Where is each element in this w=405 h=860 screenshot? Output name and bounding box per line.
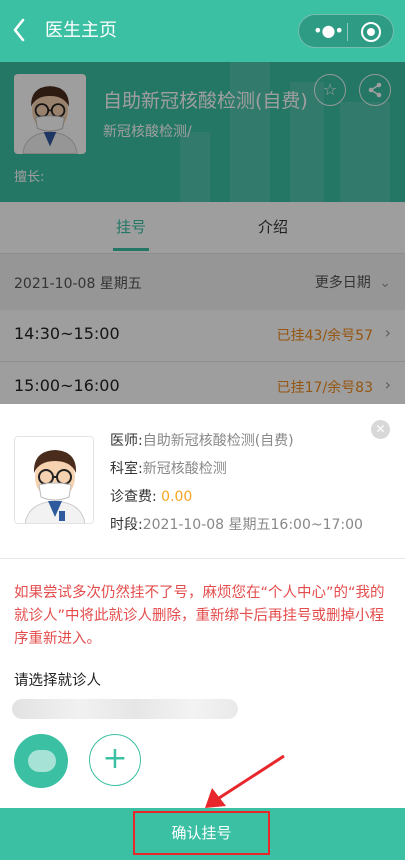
info-period: 时段:2021-10-08 星期五16:00~17:00 bbox=[110, 514, 363, 534]
modal-overlay[interactable] bbox=[0, 62, 405, 404]
info-period-value: 2021-10-08 星期五16:00~17:00 bbox=[142, 517, 363, 533]
miniprogram-capsule: •●• bbox=[298, 14, 394, 48]
target-circle-icon[interactable] bbox=[361, 22, 381, 42]
info-fee-label: 诊查费: bbox=[110, 489, 157, 505]
back-button[interactable] bbox=[12, 16, 34, 44]
info-dept-label: 科室: bbox=[110, 461, 143, 477]
info-doctor-value: 自助新冠核酸检测(自费) bbox=[142, 433, 294, 449]
navigation-bar: 医生主页 •●• bbox=[0, 0, 405, 62]
info-fee: 诊查费: 0.00 bbox=[110, 486, 192, 506]
divider bbox=[0, 558, 405, 559]
patient-avatar[interactable] bbox=[14, 734, 68, 788]
confirm-register-button[interactable]: 确认挂号 bbox=[133, 811, 270, 855]
plus-icon: + bbox=[102, 741, 128, 776]
more-dots-icon[interactable]: •●• bbox=[311, 19, 345, 45]
info-doctor-label: 医师: bbox=[110, 433, 143, 449]
chevron-left-icon bbox=[13, 18, 25, 42]
page-title: 医生主页 bbox=[45, 20, 117, 41]
info-fee-value: 0.00 bbox=[161, 489, 193, 505]
info-period-label: 时段: bbox=[110, 517, 143, 533]
info-doctor: 医师:自助新冠核酸检测(自费) bbox=[110, 430, 294, 450]
confirm-bar: 确认挂号 bbox=[0, 808, 405, 860]
choose-patient-label: 请选择就诊人 bbox=[14, 673, 101, 689]
info-dept-value: 新冠核酸检测 bbox=[142, 461, 227, 477]
info-department: 科室:新冠核酸检测 bbox=[110, 458, 227, 478]
warning-text: 如果尝试多次仍然挂不了号，麻烦您在“个人中心”的“我的就诊人”中将此就诊人删除，… bbox=[14, 585, 385, 647]
add-patient-button[interactable]: + bbox=[89, 734, 141, 786]
registration-sheet: ✕ 医师:自助新冠核酸检测(自费) 科室:新冠核酸检测 诊查费: 0.00 时段… bbox=[0, 404, 405, 860]
doctor-avatar bbox=[14, 436, 94, 524]
close-icon[interactable]: ✕ bbox=[371, 420, 390, 439]
patient-info-blurred bbox=[12, 699, 238, 719]
capsule-divider bbox=[347, 23, 348, 41]
